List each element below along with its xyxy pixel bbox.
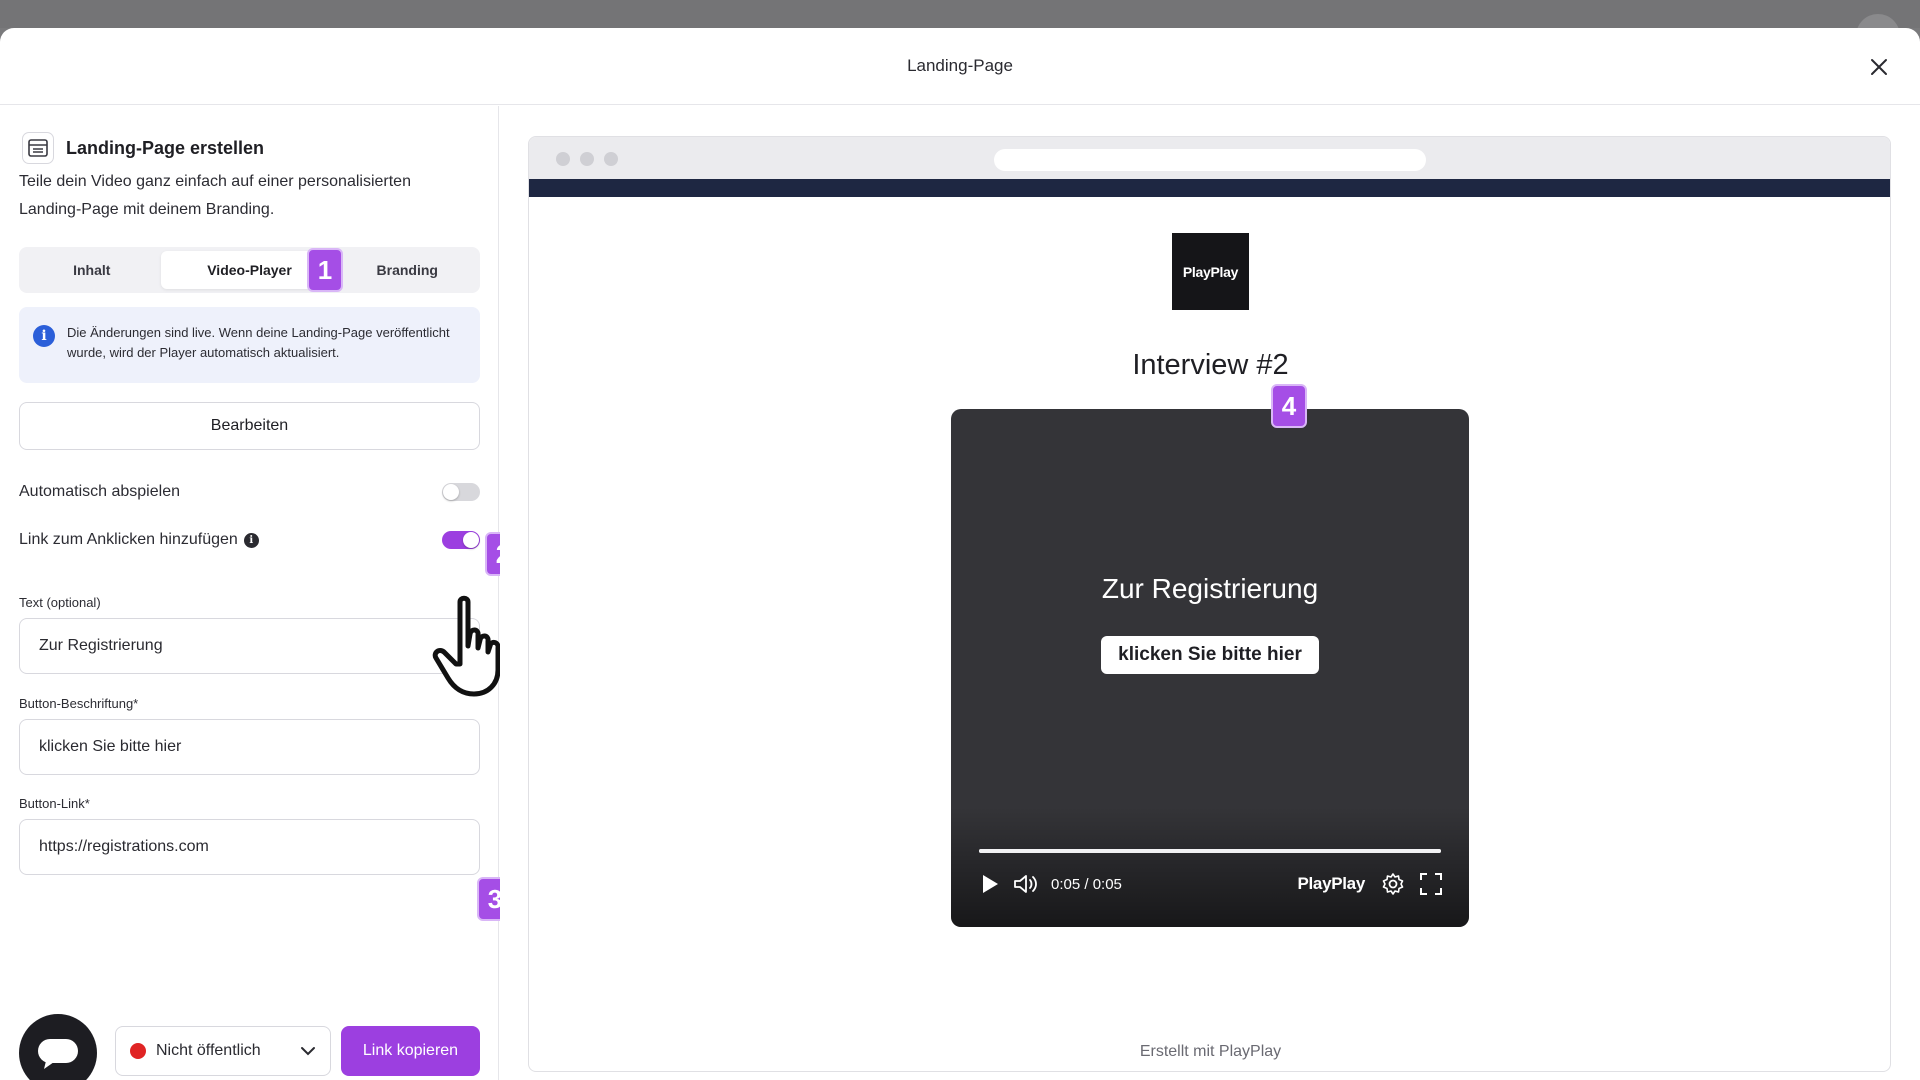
settings-icon[interactable]: [1381, 872, 1405, 896]
chat-button[interactable]: [19, 1014, 97, 1080]
status-dot: [130, 1043, 146, 1059]
chat-icon: [38, 1039, 78, 1069]
autoplay-label: Automatisch abspielen: [19, 483, 180, 500]
info-icon: i: [33, 325, 55, 347]
info-text: Die Änderungen sind live. Wenn deine Lan…: [67, 325, 450, 360]
link-toggle[interactable]: [442, 531, 480, 549]
modal-header: Landing-Page: [0, 28, 1920, 105]
visibility-select[interactable]: Nicht öffentlich: [115, 1026, 331, 1076]
button-label-field-label: Button-Beschriftung*: [19, 696, 139, 711]
video-player[interactable]: Zur Registrierung klicken Sie bitte hier…: [951, 409, 1469, 927]
landing-page-icon: [22, 132, 54, 164]
overlay-cta-button[interactable]: klicken Sie bitte hier: [1101, 636, 1319, 674]
copy-link-button[interactable]: Link kopieren: [341, 1026, 480, 1076]
close-icon: [1871, 59, 1887, 75]
edit-button[interactable]: Bearbeiten: [19, 402, 480, 450]
info-icon[interactable]: i: [243, 532, 259, 548]
chevron-down-icon: [301, 1047, 315, 1056]
tab-branding[interactable]: Branding: [339, 251, 477, 289]
autoplay-row: Automatisch abspielen: [19, 480, 480, 504]
footer-credit: Erstellt mit PlayPlay: [1139, 1043, 1282, 1060]
autoplay-toggle[interactable]: [442, 483, 480, 501]
info-box: i Die Änderungen sind live. Wenn deine L…: [19, 307, 480, 383]
close-button[interactable]: [1864, 52, 1894, 82]
text-field-label: Text (optional): [19, 595, 101, 610]
nav-strip: [529, 179, 1890, 197]
player-brand-logo: PlayPlay: [1297, 874, 1365, 893]
backdrop: [0, 0, 1920, 28]
panel-description: Teile dein Video ganz einfach auf einer …: [19, 173, 411, 218]
tab-bar: Inhalt Video-Player Branding: [19, 247, 480, 293]
link-toggle-label: Link zum Anklicken hinzufügen: [19, 531, 238, 548]
video-title: Interview #2: [1132, 349, 1289, 381]
player-controls: 0:05 / 0:05 PlayPlay: [981, 869, 1443, 899]
button-label-input[interactable]: [19, 719, 480, 775]
button-link-field-label: Button-Link*: [19, 796, 90, 811]
overlay-text: Zur Registrierung: [1101, 573, 1319, 604]
browser-bar: [529, 137, 1890, 179]
time-display: 0:05 / 0:05: [1051, 875, 1122, 893]
preview-area: PlayPlay Interview #2 Zur Registrierung …: [500, 106, 1920, 1080]
settings-panel: Landing-Page erstellen Teile dein Video …: [0, 106, 521, 1080]
address-bar: [994, 149, 1426, 171]
link-toggle-row: Link zum Anklicken hinzufügen i: [19, 528, 480, 552]
progress-bar[interactable]: [979, 849, 1441, 853]
text-input[interactable]: [19, 618, 480, 674]
fullscreen-icon[interactable]: [1419, 872, 1443, 896]
brand-logo: PlayPlay: [1172, 233, 1249, 310]
panel-title: Landing-Page erstellen: [66, 137, 265, 158]
step-badge-1: 1: [307, 248, 343, 292]
button-link-input[interactable]: [19, 819, 480, 875]
tab-inhalt[interactable]: Inhalt: [23, 251, 161, 289]
panel-header: Landing-Page erstellen: [22, 132, 264, 164]
landing-page-modal: Landing-Page Landing-Page erstellen Teil…: [0, 28, 1920, 1080]
step-badge-4: 4: [1271, 384, 1307, 428]
browser-mockup: PlayPlay Interview #2 Zur Registrierung …: [528, 136, 1891, 1072]
visibility-value: Nicht öffentlich: [156, 1042, 261, 1059]
modal-title: Landing-Page: [907, 56, 1013, 75]
volume-icon[interactable]: [1013, 874, 1039, 894]
play-icon[interactable]: [981, 874, 999, 894]
